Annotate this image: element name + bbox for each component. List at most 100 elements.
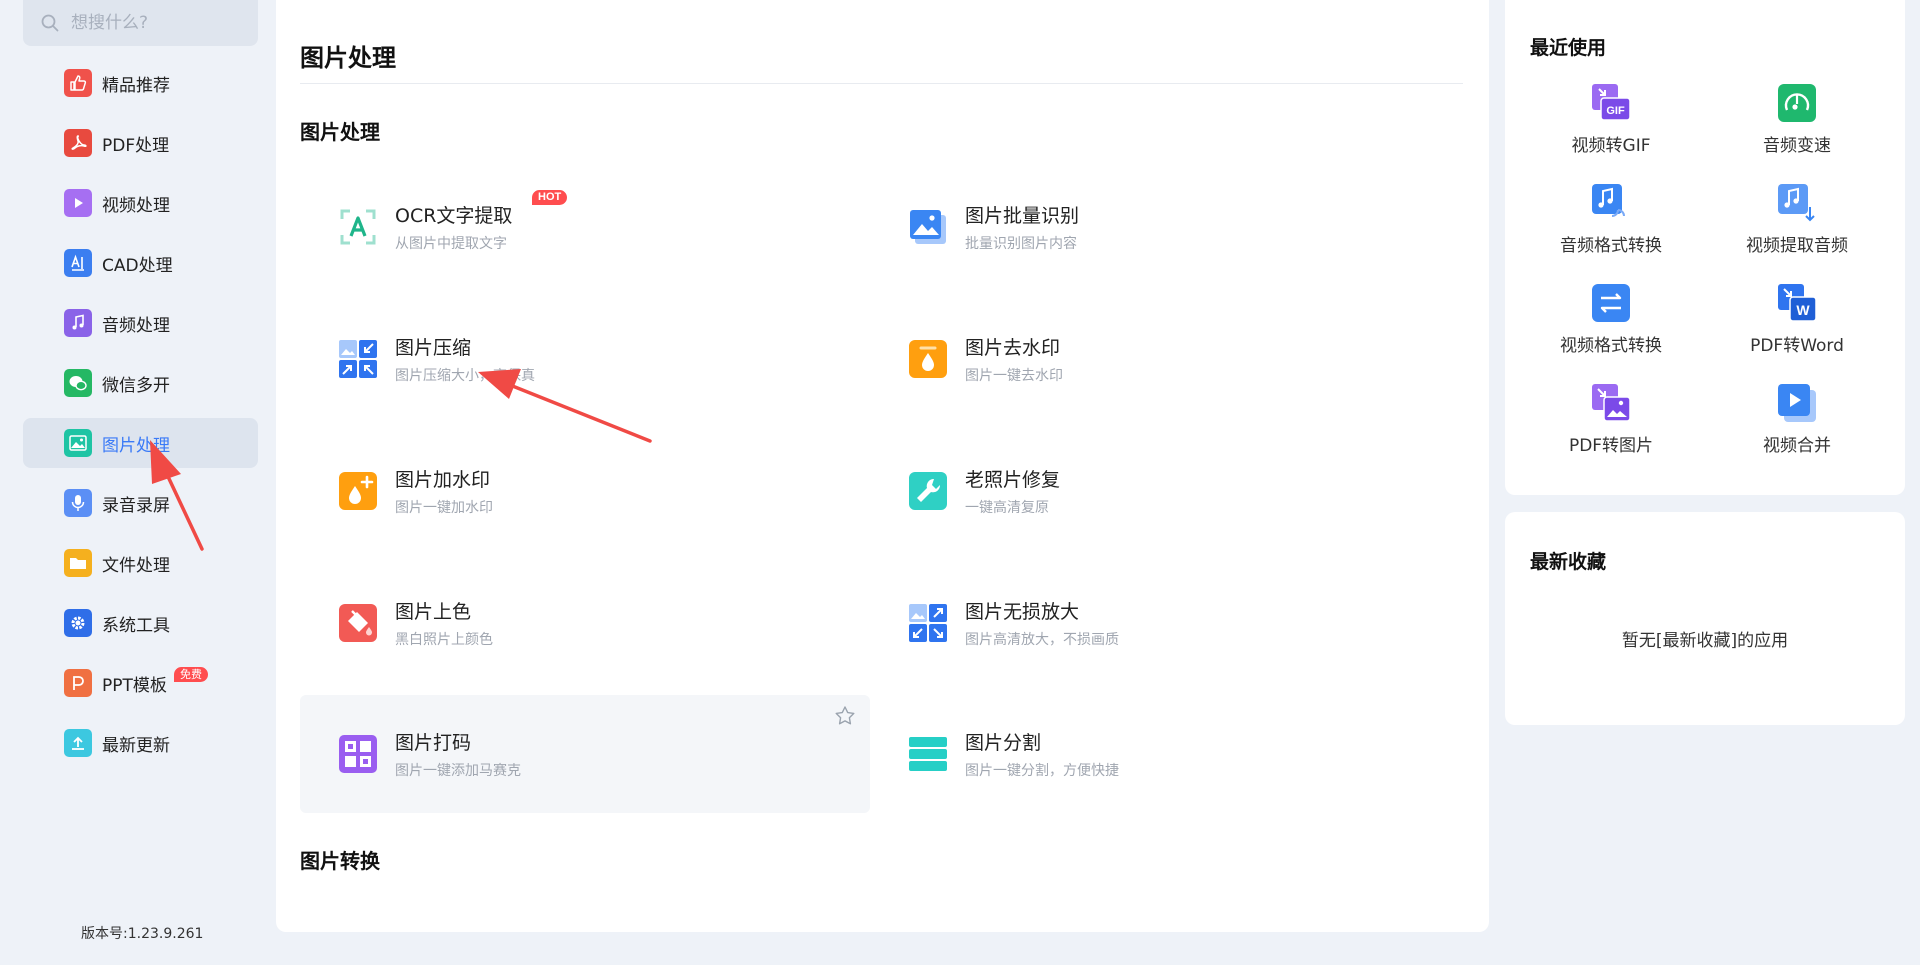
sidebar-item-audio[interactable]: 音频处理 (23, 298, 258, 348)
tool-name: 图片压缩 (395, 337, 472, 359)
tool-name: 图片批量识别 (965, 205, 1080, 227)
search-input[interactable] (71, 13, 241, 33)
tool-name: 图片加水印 (395, 469, 491, 491)
tool-desc: 图片一键加水印 (395, 500, 493, 516)
repair-icon (909, 472, 947, 510)
recent-item-label: PDF转图片 (1568, 436, 1654, 456)
image-icon (64, 429, 92, 457)
thumbs-up-icon (64, 69, 92, 97)
tool-name: 图片打码 (395, 732, 472, 754)
tool-mosaic[interactable]: 图片打码 图片一键添加马赛克 (300, 695, 870, 813)
split-icon (909, 737, 947, 771)
image-stack-icon (910, 210, 946, 244)
sidebar-item-recommended[interactable]: 精品推荐 (23, 58, 258, 108)
svg-text:GIF: GIF (1606, 105, 1625, 117)
tool-desc: 图片一键分割，方便快捷 (965, 763, 1119, 779)
tool-compress[interactable]: 图片压缩 图片压缩大小，高保真 (300, 300, 870, 418)
pdf-to-image-icon (1592, 384, 1631, 422)
section-title-image-conversion: 图片转换 (300, 849, 380, 873)
sidebar-item-ppt[interactable]: PPT模板 免费 (23, 658, 258, 708)
tool-lossless-enlarge[interactable]: 图片无损放大 图片高清放大，不损画质 (870, 564, 1440, 682)
sidebar-item-label: 系统工具 (102, 615, 170, 636)
sidebar-nav: 精品推荐 PDF处理 视频处理 CAD处理 音频处理 微信多开 图片处理 录音录… (23, 58, 258, 778)
favorites-empty-text: 暂无[最新收藏]的应用 (1621, 631, 1789, 651)
play-icon (64, 189, 92, 217)
hot-badge: HOT (532, 190, 568, 205)
favorites-panel: 最新收藏 暂无[最新收藏]的应用 (1505, 512, 1905, 725)
paint-bucket-icon (339, 604, 377, 642)
sidebar-item-pdf[interactable]: PDF处理 (23, 118, 258, 168)
tool-add-watermark[interactable]: 图片加水印 图片一键加水印 (300, 432, 870, 550)
recent-item-audio-speed[interactable]: 音频变速 (1717, 83, 1877, 156)
free-badge: 免费 (174, 667, 208, 682)
sidebar-item-image[interactable]: 图片处理 (23, 418, 258, 468)
watermark-remove-icon (909, 340, 947, 378)
compress-icon (339, 340, 377, 378)
tool-ocr[interactable]: OCR文字提取 HOT 从图片中提取文字 (300, 168, 870, 286)
sidebar-item-wechat[interactable]: 微信多开 (23, 358, 258, 408)
recent-item-label: 视频提取音频 (1746, 236, 1848, 256)
tool-desc: 从图片中提取文字 (395, 236, 507, 252)
tool-desc: 一键高清复原 (965, 500, 1049, 516)
tool-photo-repair[interactable]: 老照片修复 一键高清复原 (870, 432, 1440, 550)
recent-item-extract-audio[interactable]: 视频提取音频 (1717, 183, 1877, 256)
music-note-icon (64, 309, 92, 337)
enlarge-icon (909, 604, 947, 642)
watermark-add-icon (339, 472, 377, 510)
recent-title: 最近使用 (1530, 37, 1607, 59)
audio-extract-icon (1778, 184, 1815, 222)
gear-icon (64, 609, 92, 637)
recent-item-pdf-to-word[interactable]: W PDF转Word (1717, 283, 1877, 356)
sidebar-item-cad[interactable]: CAD处理 (23, 238, 258, 288)
sidebar-item-label: CAD处理 (102, 255, 173, 276)
recent-item-video-merge[interactable]: 视频合并 (1717, 383, 1877, 456)
sidebar-item-video[interactable]: 视频处理 (23, 178, 258, 228)
tool-desc: 图片高清放大，不损画质 (965, 632, 1119, 648)
tool-desc: 图片一键添加马赛克 (395, 763, 521, 779)
tool-colorize[interactable]: 图片上色 黑白照片上颜色 (300, 564, 870, 682)
recent-item-label: 视频转GIF (1571, 136, 1651, 156)
tool-desc: 图片一键去水印 (965, 368, 1063, 384)
speed-icon (1778, 84, 1816, 122)
folder-icon (64, 549, 92, 577)
page-title: 图片处理 (300, 44, 396, 72)
sidebar-item-label: 录音录屏 (102, 495, 170, 516)
sidebar-item-label: 文件处理 (102, 555, 170, 576)
pdf-icon (64, 129, 92, 157)
version-label: 版本号:1.23.9.261 (81, 926, 204, 942)
favorites-title: 最新收藏 (1530, 551, 1607, 573)
sidebar-item-label: 最新更新 (102, 735, 170, 756)
video-convert-icon (1592, 284, 1630, 322)
recent-item-video-format[interactable]: 视频格式转换 (1531, 283, 1691, 356)
recent-item-audio-format[interactable]: 音频格式转换 (1531, 183, 1691, 256)
search-box[interactable] (23, 0, 258, 46)
sidebar-item-files[interactable]: 文件处理 (23, 538, 258, 588)
recent-item-video-to-gif[interactable]: GIF 视频转GIF (1531, 83, 1691, 156)
tool-desc: 黑白照片上颜色 (395, 632, 493, 648)
word-icon: W (1778, 284, 1817, 322)
sidebar-item-label: PDF处理 (102, 135, 170, 156)
tool-remove-watermark[interactable]: 图片去水印 图片一键去水印 (870, 300, 1440, 418)
recent-item-label: 视频格式转换 (1560, 336, 1662, 356)
recent-item-label: 音频变速 (1763, 136, 1831, 156)
sidebar-item-label: PPT模板 (102, 675, 167, 696)
sidebar: 精品推荐 PDF处理 视频处理 CAD处理 音频处理 (0, 0, 272, 965)
sidebar-item-updates[interactable]: 最新更新 (23, 718, 258, 768)
star-favorite-icon[interactable] (834, 705, 856, 727)
tool-name: 图片无损放大 (965, 601, 1080, 623)
sidebar-item-label: 音频处理 (102, 315, 170, 336)
gif-icon: GIF (1592, 84, 1631, 121)
sidebar-item-system-tools[interactable]: 系统工具 (23, 598, 258, 648)
sidebar-item-label: 微信多开 (102, 375, 170, 396)
title-divider (300, 83, 1463, 84)
cad-icon (64, 249, 92, 277)
ppt-icon (64, 669, 92, 697)
sidebar-item-recording[interactable]: 录音录屏 (23, 478, 258, 528)
tool-desc: 批量识别图片内容 (965, 236, 1077, 252)
tool-split[interactable]: 图片分割 图片一键分割，方便快捷 (870, 695, 1440, 813)
tool-name: 图片上色 (395, 601, 472, 623)
tool-batch-recognize[interactable]: 图片批量识别 批量识别图片内容 (870, 168, 1440, 286)
recent-item-pdf-to-image[interactable]: PDF转图片 (1531, 383, 1691, 456)
recent-item-label: 视频合并 (1763, 436, 1831, 456)
recent-item-label: PDF转Word (1750, 336, 1844, 356)
